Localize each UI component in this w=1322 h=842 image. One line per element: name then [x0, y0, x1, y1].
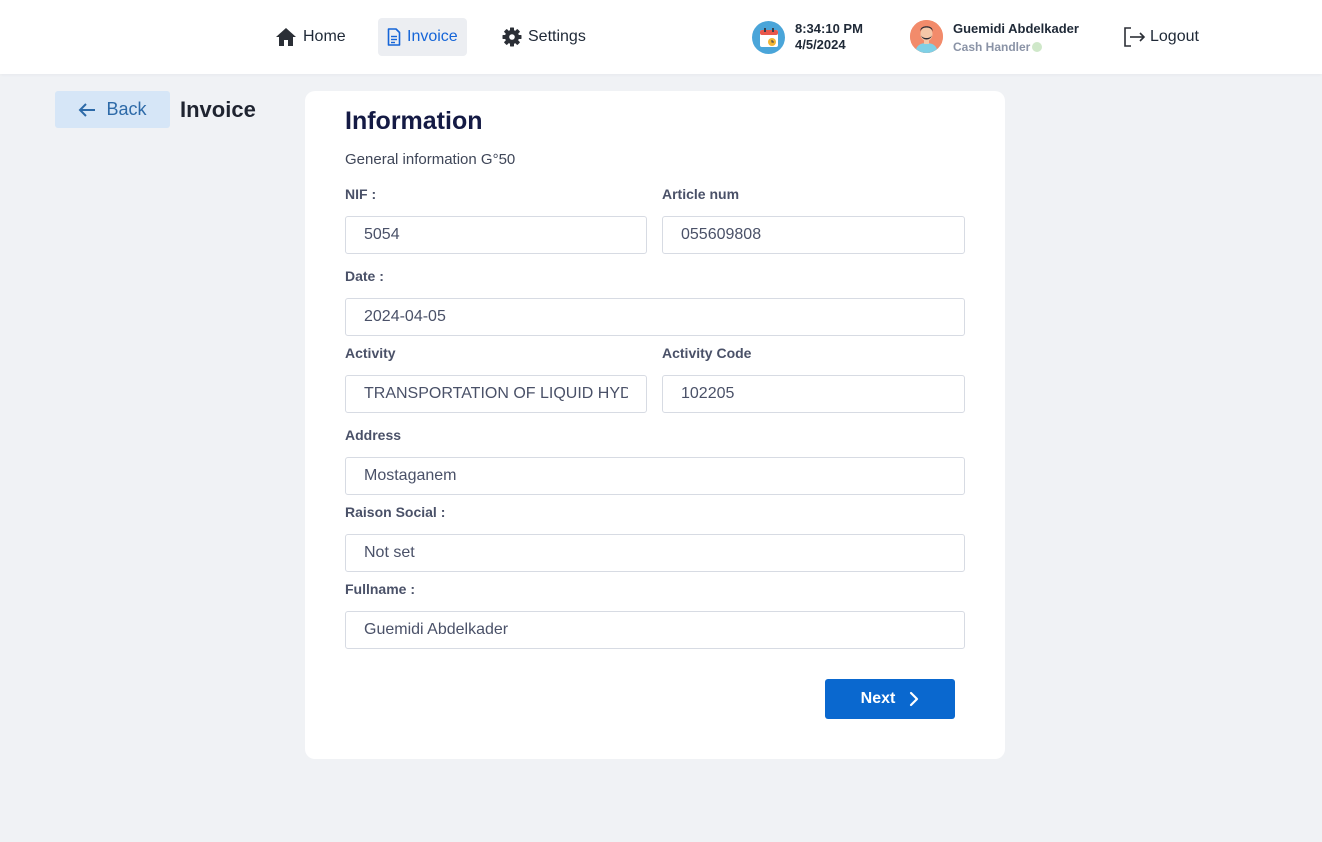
clock-date: 4/5/2024: [795, 37, 846, 52]
activity-label: Activity: [345, 345, 396, 361]
logout-icon: [1124, 27, 1146, 47]
address-input[interactable]: [364, 467, 946, 485]
activity-field[interactable]: [345, 375, 647, 413]
top-navbar: Home Invoice Settings 8:34:10 PM 4/5/202…: [0, 0, 1322, 74]
nif-label: NIF :: [345, 186, 377, 202]
address-label: Address: [345, 427, 402, 443]
card-subtitle: General information G°50: [345, 151, 516, 168]
raison-social-label: Raison Social :: [345, 504, 446, 520]
date-label: Date :: [345, 268, 384, 284]
raison-social-input[interactable]: [364, 544, 946, 562]
card-title: Information: [345, 107, 483, 135]
online-status-dot: [1032, 42, 1043, 52]
activity-code-field[interactable]: [662, 375, 965, 413]
home-icon: [276, 28, 296, 46]
activity-input[interactable]: [364, 385, 628, 403]
nav-home[interactable]: Home: [266, 18, 355, 56]
back-label: Back: [106, 99, 147, 119]
arrow-left-icon: [79, 102, 96, 117]
clock-time: 8:34:10 PM: [795, 21, 863, 36]
user-role-label: Cash Handler: [953, 40, 1031, 54]
logout-button[interactable]: Logout: [1122, 24, 1199, 50]
next-label: Next: [860, 690, 896, 707]
avatar[interactable]: [910, 20, 943, 53]
activity-code-label: Activity Code: [662, 345, 752, 361]
date-input[interactable]: [364, 308, 946, 326]
fullname-label: Fullname :: [345, 581, 416, 597]
information-card: Information General information G°50 NIF…: [305, 91, 1005, 759]
document-icon: [387, 28, 401, 46]
nav-settings-label: Settings: [528, 28, 586, 45]
user-name: Guemidi Abdelkader: [953, 21, 1079, 36]
fullname-input[interactable]: [364, 621, 946, 639]
page-title: Invoice: [180, 97, 256, 122]
nav-invoice-label: Invoice: [407, 28, 458, 45]
address-field[interactable]: [345, 457, 965, 495]
article-num-input[interactable]: [681, 226, 946, 244]
back-button[interactable]: Back: [55, 91, 170, 128]
nav-home-label: Home: [303, 28, 346, 45]
fullname-field[interactable]: [345, 611, 965, 649]
article-num-label: Article num: [662, 186, 740, 202]
nav-settings[interactable]: Settings: [493, 18, 595, 56]
article-num-field[interactable]: [662, 216, 965, 254]
raison-social-field[interactable]: [345, 534, 965, 572]
calendar-icon: [752, 21, 785, 54]
next-button[interactable]: Next: [825, 679, 955, 719]
nif-field[interactable]: [345, 216, 647, 254]
user-role: Cash Handler: [953, 39, 1043, 55]
gear-icon: [502, 27, 522, 47]
nav-invoice[interactable]: Invoice: [378, 18, 467, 56]
chevron-right-icon: [910, 691, 919, 707]
logout-label: Logout: [1150, 28, 1199, 45]
nif-input[interactable]: [364, 226, 628, 244]
date-field[interactable]: [345, 298, 965, 336]
activity-code-input[interactable]: [681, 385, 946, 403]
